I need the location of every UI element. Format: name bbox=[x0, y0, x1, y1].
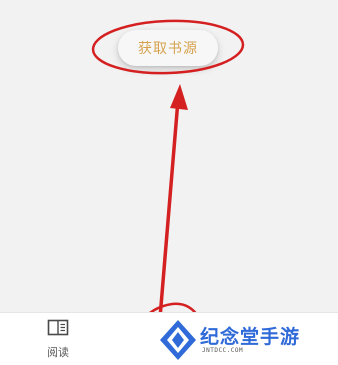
annotation-arrow-shaft bbox=[158, 98, 180, 320]
app-screen: 获取书源 阅读 纪念堂手游 JNTDCC.COM bbox=[0, 0, 338, 365]
get-source-button[interactable]: 获取书源 bbox=[118, 30, 218, 66]
book-open-icon bbox=[47, 319, 69, 341]
annotation-arrow-head bbox=[170, 84, 188, 110]
nav-item-read[interactable]: 阅读 bbox=[36, 319, 80, 363]
watermark: 纪念堂手游 JNTDCC.COM bbox=[158, 318, 336, 362]
nav-item-read-label: 阅读 bbox=[47, 346, 69, 359]
watermark-url: JNTDCC.COM bbox=[202, 347, 244, 354]
watermark-text: 纪念堂手游 bbox=[200, 326, 301, 348]
